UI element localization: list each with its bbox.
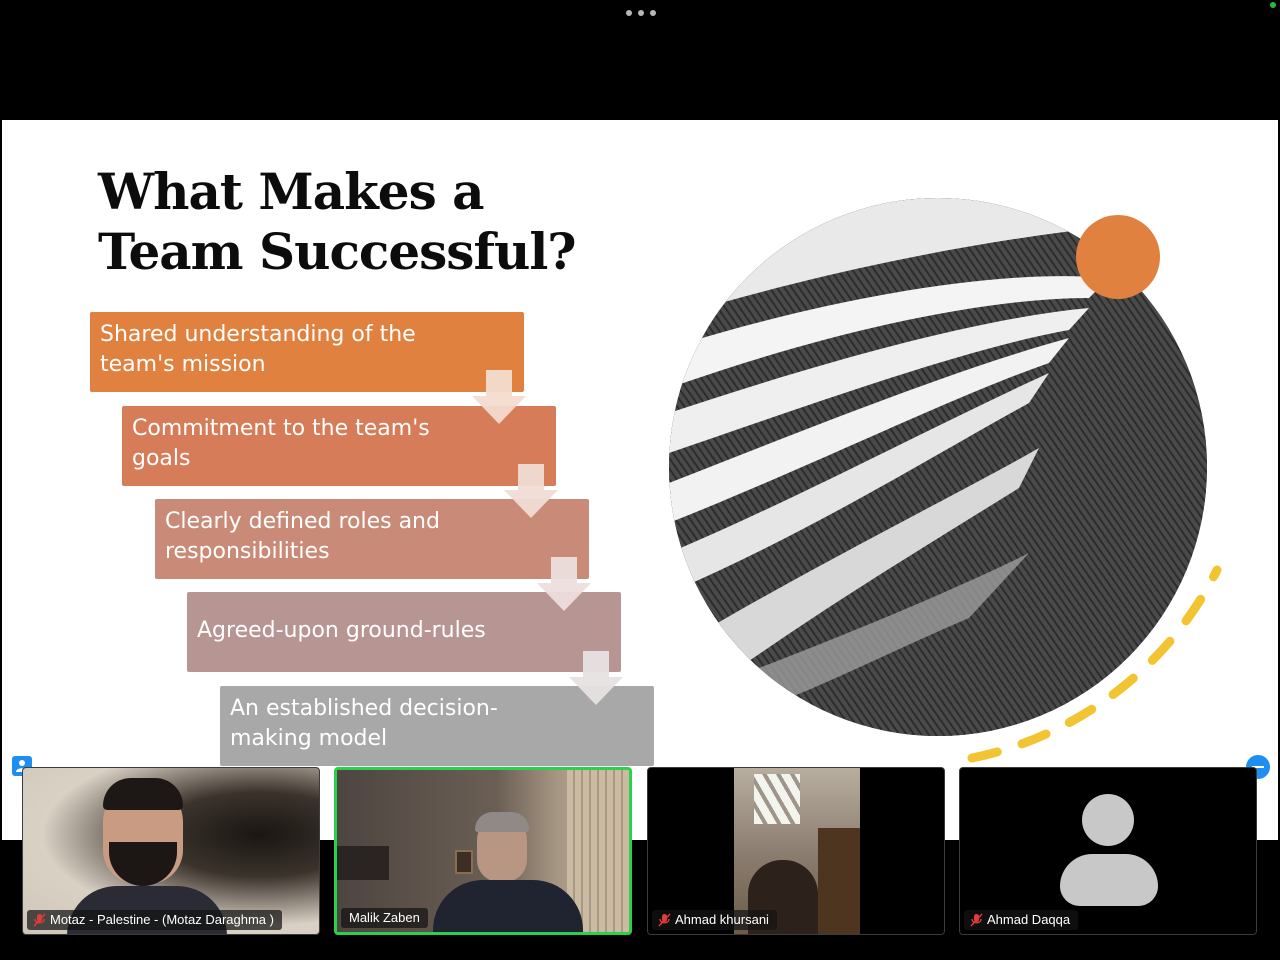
slide-title-line-1: What Makes a: [98, 162, 485, 221]
participant-video-tile[interactable]: Ahmad khursani: [647, 767, 945, 935]
participant-name-label: Ahmad khursani: [652, 910, 777, 930]
step-label: An established decision-making model: [230, 696, 498, 751]
participant-name: Ahmad khursani: [675, 912, 769, 927]
user-placeholder-body: [1060, 854, 1158, 906]
participant-name: Malik Zaben: [349, 910, 420, 925]
step-box-1: Shared understanding of the team's missi…: [90, 312, 524, 392]
user-placeholder-icon: [1082, 794, 1134, 846]
participant-name-label: Ahmad Daqqa: [964, 910, 1079, 930]
more-dots-icon[interactable]: [626, 8, 656, 18]
yellow-dashed-arc: [967, 565, 1222, 763]
participant-name: Ahmad Daqqa: [987, 912, 1071, 927]
orange-decorative-dot: [1076, 215, 1160, 299]
down-arrow-icon: [537, 557, 591, 611]
step-label: Agreed-upon ground-rules: [197, 618, 486, 643]
participant-video-tile[interactable]: Motaz - Palestine - (Motaz Daraghma ): [22, 767, 320, 935]
down-arrow-icon: [472, 370, 526, 424]
step-label: Shared understanding of the team's missi…: [100, 322, 416, 377]
slide-title-line-2: Team Successful?: [98, 222, 577, 281]
slide-title: What Makes a Team Successful?: [98, 162, 658, 282]
step-label: Clearly defined roles and responsibiliti…: [165, 509, 440, 564]
down-arrow-icon: [504, 464, 558, 518]
muted-mic-icon: [970, 913, 983, 927]
participant-name-label: Motaz - Palestine - (Motaz Daraghma ): [27, 910, 282, 930]
participant-video-tile-active-speaker[interactable]: Malik Zaben: [334, 767, 632, 935]
muted-mic-icon: [658, 913, 671, 927]
participant-video-tile[interactable]: Ahmad Daqqa: [959, 767, 1257, 935]
down-arrow-icon: [569, 651, 623, 705]
step-label: Commitment to the team's goals: [132, 416, 430, 471]
participant-name-label: Malik Zaben: [341, 908, 428, 928]
participant-name: Motaz - Palestine - (Motaz Daraghma ): [50, 912, 274, 927]
recording-indicator-icon: [1270, 2, 1276, 8]
shared-screen-slide: What Makes a Team Successful? Shared und…: [2, 120, 1278, 840]
muted-mic-icon: [33, 913, 46, 927]
